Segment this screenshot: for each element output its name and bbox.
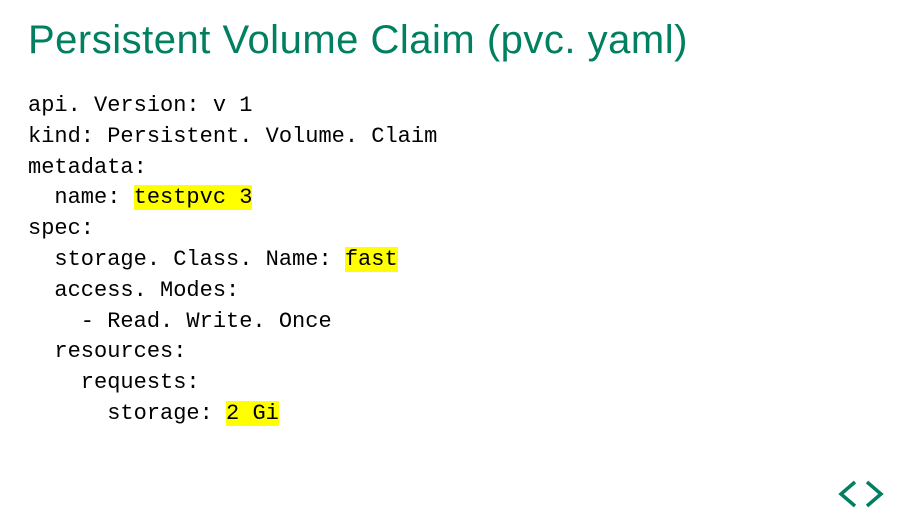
code-line: requests: bbox=[28, 370, 200, 395]
code-line: spec: bbox=[28, 216, 94, 241]
code-line: - Read. Write. Once bbox=[28, 309, 332, 334]
code-line: resources: bbox=[28, 339, 186, 364]
code-line: name: bbox=[28, 185, 134, 210]
slide-title: Persistent Volume Claim (pvc. yaml) bbox=[28, 18, 907, 63]
yaml-code-block: api. Version: v 1 kind: Persistent. Volu… bbox=[28, 91, 907, 430]
code-line: access. Modes: bbox=[28, 278, 239, 303]
code-line: storage. Class. Name: bbox=[28, 247, 345, 272]
code-line: kind: Persistent. Volume. Claim bbox=[28, 124, 437, 149]
highlight-name: testpvc 3 bbox=[134, 185, 253, 210]
highlight-storage: 2 Gi bbox=[226, 401, 279, 426]
code-line: metadata: bbox=[28, 155, 147, 180]
highlight-storageclass: fast bbox=[345, 247, 398, 272]
code-line: api. Version: v 1 bbox=[28, 93, 252, 118]
code-line: storage: bbox=[28, 401, 226, 426]
code-brackets-icon bbox=[837, 479, 885, 514]
